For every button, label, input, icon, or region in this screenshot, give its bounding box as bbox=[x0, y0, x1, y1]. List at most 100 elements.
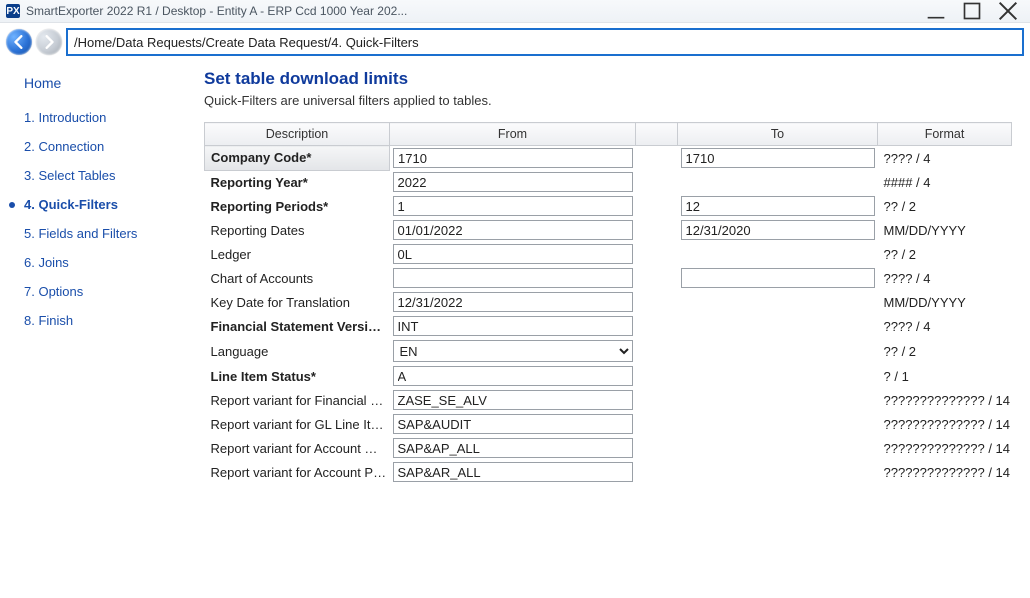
row-from-cell bbox=[390, 436, 636, 460]
to-input[interactable] bbox=[681, 220, 875, 240]
sidebar-step-6[interactable]: 6. Joins bbox=[0, 248, 190, 277]
from-input[interactable] bbox=[393, 438, 633, 458]
from-input[interactable] bbox=[393, 220, 633, 240]
nav-back-button[interactable] bbox=[6, 29, 32, 55]
sidebar-home[interactable]: Home bbox=[0, 69, 190, 103]
app-icon: PX bbox=[6, 4, 20, 18]
breadcrumb-text: /Home/Data Requests/Create Data Request/… bbox=[74, 35, 419, 50]
row-description[interactable]: Financial Statement Version* bbox=[205, 314, 390, 338]
main-area: Home 1. Introduction2. Connection3. Sele… bbox=[0, 63, 1030, 598]
table-row: Reporting DatesMM/DD/YYYY bbox=[205, 218, 1012, 242]
table-row: Report variant for Financial Stae???????… bbox=[205, 388, 1012, 412]
from-input[interactable] bbox=[393, 462, 633, 482]
row-description[interactable]: Language bbox=[205, 338, 390, 364]
row-from-cell bbox=[390, 218, 636, 242]
row-format: ?? / 2 bbox=[878, 242, 1012, 266]
sidebar-step-1[interactable]: 1. Introduction bbox=[0, 103, 190, 132]
from-input[interactable] bbox=[393, 172, 633, 192]
row-to-cell bbox=[678, 364, 878, 388]
row-description[interactable]: Ledger bbox=[205, 242, 390, 266]
row-format: ?????????????? / 14 bbox=[878, 436, 1012, 460]
row-to-cell bbox=[678, 460, 878, 484]
page-title: Set table download limits bbox=[204, 69, 1012, 89]
row-format: #### / 4 bbox=[878, 170, 1012, 194]
row-format: MM/DD/YYYY bbox=[878, 290, 1012, 314]
table-row: Reporting Year* #### / 4 bbox=[205, 170, 1012, 194]
row-format: ???? / 4 bbox=[878, 314, 1012, 338]
row-description[interactable]: Report variant for Financial Stae bbox=[205, 388, 390, 412]
from-input[interactable] bbox=[393, 196, 633, 216]
to-input[interactable] bbox=[681, 148, 875, 168]
to-input[interactable] bbox=[681, 268, 875, 288]
row-from-cell bbox=[390, 170, 636, 194]
col-format[interactable]: Format bbox=[878, 123, 1012, 146]
wizard-steps: 1. Introduction2. Connection3. Select Ta… bbox=[0, 103, 190, 335]
table-row: Line Item Status*? / 1 bbox=[205, 364, 1012, 388]
row-description[interactable]: Key Date for Translation bbox=[205, 290, 390, 314]
sidebar: Home 1. Introduction2. Connection3. Sele… bbox=[0, 63, 190, 598]
from-input[interactable] bbox=[393, 414, 633, 434]
from-input[interactable] bbox=[393, 244, 633, 264]
row-to-cell bbox=[678, 194, 878, 218]
col-description[interactable]: Description bbox=[205, 123, 390, 146]
nav-forward-button[interactable] bbox=[36, 29, 62, 55]
row-description[interactable]: Reporting Dates bbox=[205, 218, 390, 242]
window-title: SmartExporter 2022 R1 / Desktop - Entity… bbox=[26, 4, 926, 18]
sidebar-step-5[interactable]: 5. Fields and Filters bbox=[0, 219, 190, 248]
close-button[interactable] bbox=[998, 3, 1018, 19]
row-description[interactable]: Reporting Year* bbox=[205, 170, 390, 194]
titlebar: PX SmartExporter 2022 R1 / Desktop - Ent… bbox=[0, 0, 1030, 23]
row-from-cell bbox=[390, 388, 636, 412]
table-row: Report variant for Account Paya?????????… bbox=[205, 460, 1012, 484]
row-from-cell bbox=[390, 266, 636, 290]
from-input[interactable] bbox=[393, 366, 633, 386]
from-input[interactable] bbox=[393, 148, 633, 168]
to-input[interactable] bbox=[681, 196, 875, 216]
sidebar-step-8[interactable]: 8. Finish bbox=[0, 306, 190, 335]
content: Set table download limits Quick-Filters … bbox=[190, 63, 1030, 598]
sidebar-step-2[interactable]: 2. Connection bbox=[0, 132, 190, 161]
breadcrumb[interactable]: /Home/Data Requests/Create Data Request/… bbox=[66, 28, 1024, 56]
row-to-cell bbox=[678, 242, 878, 266]
from-input[interactable] bbox=[393, 268, 633, 288]
navigation-bar: /Home/Data Requests/Create Data Request/… bbox=[6, 27, 1024, 57]
sidebar-step-3[interactable]: 3. Select Tables bbox=[0, 161, 190, 190]
row-description[interactable]: Report variant for Account Paya bbox=[205, 460, 390, 484]
sidebar-step-7[interactable]: 7. Options bbox=[0, 277, 190, 306]
row-description[interactable]: Line Item Status* bbox=[205, 364, 390, 388]
row-from-cell bbox=[390, 194, 636, 218]
table-row: Financial Statement Version* ???? / 4 bbox=[205, 314, 1012, 338]
row-description[interactable]: Reporting Periods* bbox=[205, 194, 390, 218]
row-to-cell bbox=[678, 338, 878, 364]
from-input[interactable] bbox=[393, 292, 633, 312]
table-row: Chart of Accounts ???? / 4 bbox=[205, 266, 1012, 290]
row-from-cell bbox=[390, 314, 636, 338]
row-description[interactable]: Chart of Accounts bbox=[205, 266, 390, 290]
row-description[interactable]: Report variant for Account Rece bbox=[205, 436, 390, 460]
col-to[interactable]: To bbox=[678, 123, 878, 146]
row-description[interactable]: Company Code* bbox=[205, 146, 390, 171]
sidebar-step-4[interactable]: 4. Quick-Filters bbox=[0, 190, 190, 219]
table-row: Report variant for GL Line Items????????… bbox=[205, 412, 1012, 436]
row-to-cell bbox=[678, 412, 878, 436]
row-format: ?? / 2 bbox=[878, 194, 1012, 218]
from-input[interactable] bbox=[393, 390, 633, 410]
row-to-cell bbox=[678, 290, 878, 314]
row-from-cell bbox=[390, 290, 636, 314]
row-to-cell bbox=[678, 170, 878, 194]
row-to-cell bbox=[678, 388, 878, 412]
from-input[interactable] bbox=[393, 316, 633, 336]
page-subtitle: Quick-Filters are universal filters appl… bbox=[204, 93, 1012, 108]
maximize-button[interactable] bbox=[962, 3, 982, 19]
row-to-cell bbox=[678, 266, 878, 290]
row-format: ?????????????? / 14 bbox=[878, 388, 1012, 412]
col-from[interactable]: From bbox=[390, 123, 636, 146]
minimize-button[interactable] bbox=[926, 3, 946, 19]
from-select[interactable]: EN bbox=[393, 340, 633, 362]
row-to-cell bbox=[678, 146, 878, 171]
table-row: Key Date for Translation MM/DD/YYYY bbox=[205, 290, 1012, 314]
row-description[interactable]: Report variant for GL Line Items bbox=[205, 412, 390, 436]
row-format: ?? / 2 bbox=[878, 338, 1012, 364]
window-buttons bbox=[926, 3, 1018, 19]
row-format: ???? / 4 bbox=[878, 266, 1012, 290]
